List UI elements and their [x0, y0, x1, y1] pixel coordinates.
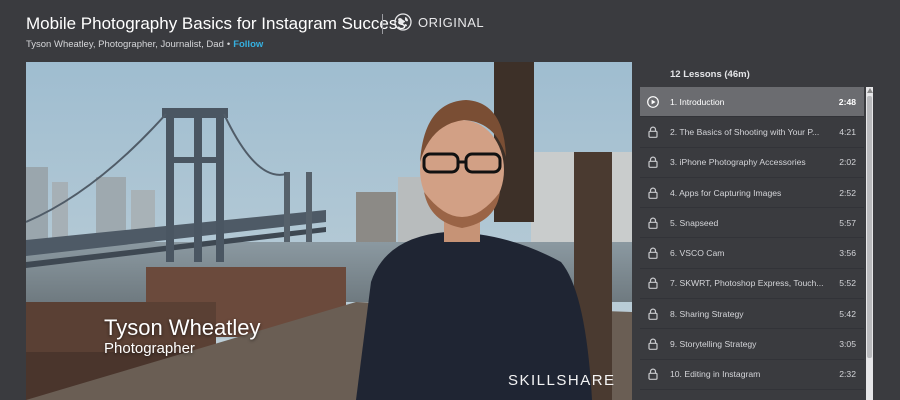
lesson-title: 4. Apps for Capturing Images — [670, 187, 782, 198]
lock-icon — [647, 247, 659, 260]
lesson-duration: 4:21 — [839, 126, 856, 137]
lesson-duration: 2:52 — [839, 187, 856, 198]
lower-third: Tyson Wheatley Photographer — [104, 315, 261, 358]
lock-icon — [647, 217, 659, 229]
title-divider — [382, 14, 383, 34]
lesson-duration: 3:56 — [839, 248, 856, 259]
scroll-up-arrow-icon[interactable] — [866, 87, 873, 94]
lesson-duration: 5:52 — [839, 278, 856, 289]
lesson-item[interactable]: 8. Sharing Strategy 5:42 — [640, 299, 864, 330]
lock-icon — [647, 308, 659, 320]
lesson-title: 1. Introduction — [670, 96, 725, 107]
lesson-title: 2. The Basics of Shooting with Your P... — [670, 126, 820, 137]
lesson-item[interactable]: 6. VSCO Cam 3:56 — [640, 238, 864, 269]
play-icon — [647, 95, 659, 108]
lessons-scrollbar[interactable] — [866, 87, 873, 400]
original-label: ORIGINAL — [418, 14, 485, 30]
lower-third-role: Photographer — [104, 340, 195, 358]
lesson-title: 3. iPhone Photography Accessories — [670, 157, 806, 168]
lock-icon — [647, 187, 659, 199]
lesson-duration: 3:05 — [839, 339, 856, 350]
lesson-duration: 2:02 — [839, 157, 856, 168]
lesson-duration: 2:32 — [839, 369, 856, 380]
lesson-item[interactable]: 10. Editing in Instagram 2:32 — [640, 360, 864, 390]
lesson-item[interactable]: 5. Snapseed 5:57 — [640, 208, 864, 239]
author-description: Tyson Wheatley, Photographer, Journalist… — [26, 39, 224, 50]
video-player[interactable]: Tyson Wheatley Photographer SKILLSHARE — [26, 62, 632, 400]
lesson-item[interactable]: 7. SKWRT, Photoshop Express, Touch... 5:5… — [640, 269, 864, 300]
lock-icon — [647, 368, 659, 381]
lesson-title: 10. Editing in Instagram — [670, 369, 761, 380]
lock-icon — [647, 338, 659, 350]
lesson-title: 8. Sharing Strategy — [670, 308, 744, 319]
lesson-title: 5. Snapseed — [670, 217, 719, 228]
lower-third-name: Tyson Wheatley — [104, 315, 261, 340]
lesson-item[interactable]: 3. iPhone Photography Accessories 2:02 — [640, 148, 864, 178]
lesson-item[interactable]: 2. The Basics of Shooting with Your P...… — [640, 117, 864, 148]
lock-icon — [647, 126, 659, 138]
lesson-title: 7. SKWRT, Photoshop Express, Touch... — [670, 278, 824, 289]
lesson-item[interactable]: 9. Storytelling Strategy 3:05 — [640, 329, 864, 360]
lesson-duration: 5:42 — [839, 308, 856, 319]
globe-icon — [394, 13, 412, 31]
lesson-item[interactable]: 4. Apps for Capturing Images 2:52 — [640, 178, 864, 209]
lesson-duration: 2:48 — [838, 96, 856, 107]
scroll-thumb[interactable] — [867, 96, 872, 358]
course-title: Mobile Photography Basics for Instagram … — [26, 14, 406, 33]
lock-icon — [647, 156, 659, 169]
lessons-header: 12 Lessons (46m) — [670, 69, 750, 80]
lessons-list: 1. Introduction 2:48 2. The Basics of Shoo… — [640, 87, 864, 390]
lesson-title: 6. VSCO Cam — [670, 248, 725, 259]
lesson-title: 9. Storytelling Strategy — [670, 339, 757, 350]
lock-icon — [647, 277, 659, 290]
original-badge: ORIGINAL — [394, 13, 484, 31]
author-line: Tyson Wheatley, Photographer, Journalist… — [26, 39, 263, 50]
follow-link[interactable]: Follow — [233, 39, 263, 50]
lesson-item[interactable]: 1. Introduction 2:48 — [640, 87, 864, 118]
author-separator: • — [226, 39, 231, 50]
skillshare-watermark: SKILLSHARE — [508, 372, 616, 389]
lesson-duration: 5:57 — [839, 217, 856, 228]
